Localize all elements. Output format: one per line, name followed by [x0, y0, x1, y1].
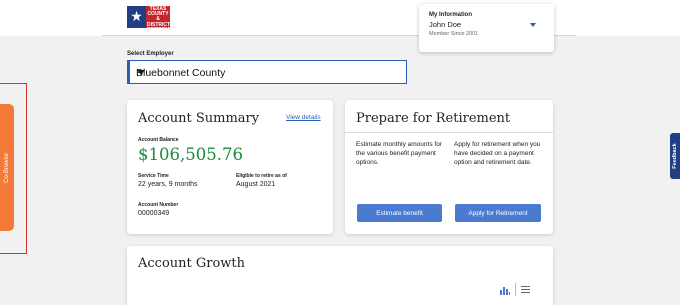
member-since: Member Since 2001 [429, 31, 479, 37]
chevron-down-icon[interactable] [530, 23, 536, 27]
view-details-link[interactable]: View details [286, 114, 321, 121]
estimate-benefit-button[interactable]: Estimate benefit [357, 204, 442, 222]
employer-select[interactable]: Bluebonnet County [127, 60, 407, 84]
account-summary-card: Account Summary View details Account Bal… [127, 100, 333, 234]
card-divider [345, 132, 553, 133]
cobrowse-label: Co-Browse [4, 152, 10, 183]
apply-description: Apply for retirement when you have decid… [454, 141, 541, 166]
account-number-label: Account Number [138, 202, 179, 208]
eligible-label: Eligible to retire as of [236, 173, 287, 179]
prepare-retirement-card: Prepare for Retirement Estimate monthly … [345, 100, 553, 234]
apply-for-retirement-button[interactable]: Apply for Retirement [455, 204, 541, 222]
account-growth-title: Account Growth [138, 256, 246, 271]
service-time-value: 22 years, 9 months [138, 181, 198, 188]
list-icon[interactable] [521, 286, 530, 294]
view-toggle-divider [515, 283, 516, 296]
user-name: John Doe [429, 20, 462, 29]
star-icon: ★ [127, 6, 146, 28]
bar-chart-icon[interactable] [500, 286, 510, 295]
logo-text: TEXAS COUNTY & DISTRICT RETIREMENT [146, 6, 180, 33]
prepare-retirement-title: Prepare for Retirement [356, 111, 511, 126]
feedback-tab[interactable]: Feedback [670, 133, 680, 179]
employer-selected-value[interactable]: Bluebonnet County [128, 61, 233, 85]
tcdrs-logo[interactable]: ★ TEXAS COUNTY & DISTRICT RETIREMENT [127, 6, 180, 33]
top-header [0, 0, 680, 36]
eligible-value: August 2021 [236, 181, 276, 188]
service-time-label: Service Time [138, 173, 169, 179]
account-summary-title: Account Summary [138, 111, 260, 126]
my-information-menu[interactable]: My Information John Doe Member Since 200… [419, 4, 554, 52]
estimate-description: Estimate monthly amounts for the various… [356, 141, 442, 166]
my-information-heading: My Information [429, 12, 472, 18]
employer-label: Select Employer [127, 51, 174, 57]
feedback-label: Feedback [672, 143, 678, 169]
account-balance-label: Account Balance [138, 137, 179, 143]
cobrowse-tab[interactable]: Co-Browse [0, 104, 14, 231]
account-number-value: 00000349 [138, 210, 170, 217]
account-balance-value: $106,505.76 [138, 145, 243, 164]
account-growth-card: Account Growth [127, 246, 553, 305]
